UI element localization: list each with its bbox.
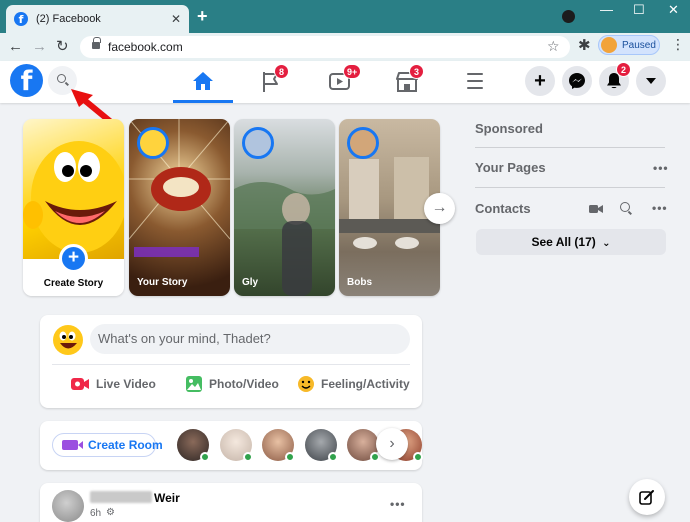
minimize-button[interactable]: — — [600, 2, 613, 17]
room-contact-avatar[interactable] — [305, 429, 338, 462]
messenger-icon — [569, 73, 585, 89]
your-pages-menu-icon[interactable]: ••• — [653, 161, 669, 175]
home-icon — [193, 72, 213, 90]
compose-edit-icon — [639, 490, 654, 505]
live-video-button[interactable]: Live Video — [70, 371, 156, 397]
watch-badge: 9+ — [343, 64, 362, 79]
nav-tab-pages[interactable]: 8 — [241, 61, 301, 103]
feeling-smile-icon — [298, 376, 314, 392]
user-avatar — [53, 325, 83, 355]
browser-profile-dot-icon[interactable] — [562, 10, 575, 23]
rooms-card: Create Room › — [40, 421, 423, 470]
story-name: Your Story — [137, 277, 188, 288]
rooms-next-button[interactable]: › — [376, 428, 408, 460]
tab-title: (2) Facebook — [36, 13, 101, 25]
create-button[interactable]: + — [525, 66, 555, 96]
story-card-gly[interactable]: Gly — [234, 119, 335, 296]
see-all-contacts-button[interactable]: See All (17) ⌄ — [476, 229, 666, 255]
room-contact-avatar[interactable] — [220, 429, 253, 462]
profile-avatar — [601, 37, 617, 53]
story-avatar-bobs — [347, 127, 379, 159]
post-menu-icon[interactable]: ••• — [390, 497, 406, 511]
photo-video-button[interactable]: Photo/Video — [185, 371, 279, 397]
story-card-create[interactable]: + Create Story — [23, 119, 124, 296]
pages-badge: 8 — [274, 64, 289, 79]
notifications-button[interactable]: 2 — [599, 62, 631, 96]
maximize-button[interactable]: ☐ — [633, 2, 645, 18]
feed-post: Weir 6h ⚙ ••• — [40, 483, 422, 522]
story-card-your-story[interactable]: Your Story — [129, 119, 230, 296]
create-story-label: Create Story — [43, 278, 104, 289]
live-video-icon — [71, 378, 89, 390]
browser-tab-facebook[interactable]: f (2) Facebook ✕ — [6, 5, 189, 33]
account-menu-button[interactable] — [636, 66, 666, 96]
create-room-button[interactable]: Create Room — [62, 434, 163, 456]
new-message-button[interactable] — [629, 479, 665, 515]
photo-icon — [186, 376, 202, 392]
sponsored-heading: Sponsored — [475, 121, 543, 136]
post-composer: What's on your mind, Thadet? Live Video … — [40, 315, 422, 408]
new-tab-button[interactable]: + — [197, 7, 208, 25]
online-status-icon — [285, 452, 295, 462]
post-author-blurred-name — [90, 491, 152, 503]
story-name: Gly — [242, 277, 259, 288]
your-pages-heading: Your Pages — [475, 160, 546, 175]
menu-hamburger-icon[interactable] — [467, 73, 483, 94]
chevron-down-icon: ⌄ — [602, 238, 611, 249]
notifications-badge: 2 — [616, 62, 631, 77]
emoji-face-icon — [23, 141, 124, 253]
create-story-photo — [23, 119, 124, 259]
facebook-favicon-icon: f — [14, 12, 28, 26]
room-camera-icon — [62, 440, 83, 450]
nav-tab-marketplace[interactable]: 3 — [377, 61, 437, 103]
feeling-activity-button[interactable]: Feeling/Activity — [297, 371, 410, 397]
story-avatar-your-story — [137, 127, 169, 159]
forward-arrow-icon[interactable]: → — [32, 37, 47, 57]
facebook-logo-icon[interactable]: f — [10, 64, 43, 97]
create-story-plus-icon[interactable]: + — [59, 244, 88, 273]
tab-close-icon[interactable]: ✕ — [171, 12, 181, 26]
messenger-button[interactable] — [562, 66, 592, 96]
story-avatar-gly — [242, 127, 274, 159]
online-status-icon — [328, 452, 338, 462]
nav-tab-watch[interactable]: 9+ — [311, 61, 371, 103]
url-text: facebook.com — [108, 40, 183, 54]
post-author-name[interactable]: Weir — [154, 491, 180, 505]
caret-down-icon — [646, 78, 656, 84]
search-icon — [57, 74, 66, 83]
room-contact-avatar[interactable] — [347, 429, 380, 462]
stories-next-button[interactable]: → — [424, 193, 455, 224]
online-status-icon — [200, 452, 210, 462]
contacts-heading: Contacts — [475, 201, 531, 216]
nav-tab-home[interactable] — [173, 61, 233, 103]
lock-icon — [92, 37, 101, 50]
online-status-icon — [413, 452, 423, 462]
story-name: Bobs — [347, 277, 372, 288]
paused-label: Paused — [622, 39, 656, 51]
extensions-puzzle-icon[interactable]: ✱ — [578, 36, 591, 54]
room-contact-avatar[interactable] — [262, 429, 295, 462]
post-time[interactable]: 6h — [90, 508, 101, 519]
address-bar[interactable]: facebook.com ☆ — [80, 36, 570, 58]
close-window-button[interactable]: ✕ — [668, 2, 679, 18]
room-contact-avatar[interactable] — [177, 429, 210, 462]
post-author-avatar[interactable] — [52, 490, 84, 522]
bookmark-star-icon[interactable]: ☆ — [547, 38, 560, 55]
privacy-gear-icon: ⚙ — [106, 507, 115, 518]
contacts-menu-icon[interactable]: ••• — [652, 201, 668, 215]
browser-menu-icon[interactable]: ⋮ — [671, 36, 685, 53]
back-arrow-icon[interactable]: ← — [8, 37, 23, 57]
profile-paused-button[interactable]: Paused — [598, 35, 660, 55]
online-status-icon — [243, 452, 253, 462]
new-room-video-icon[interactable] — [589, 204, 603, 214]
plus-icon: + — [534, 70, 546, 92]
whats-on-your-mind-input[interactable]: What's on your mind, Thadet? — [90, 324, 410, 354]
reload-icon[interactable]: ↻ — [56, 37, 69, 57]
marketplace-badge: 3 — [409, 64, 424, 79]
browser-tab-strip: f (2) Facebook ✕ + — ☐ ✕ — [0, 0, 690, 33]
